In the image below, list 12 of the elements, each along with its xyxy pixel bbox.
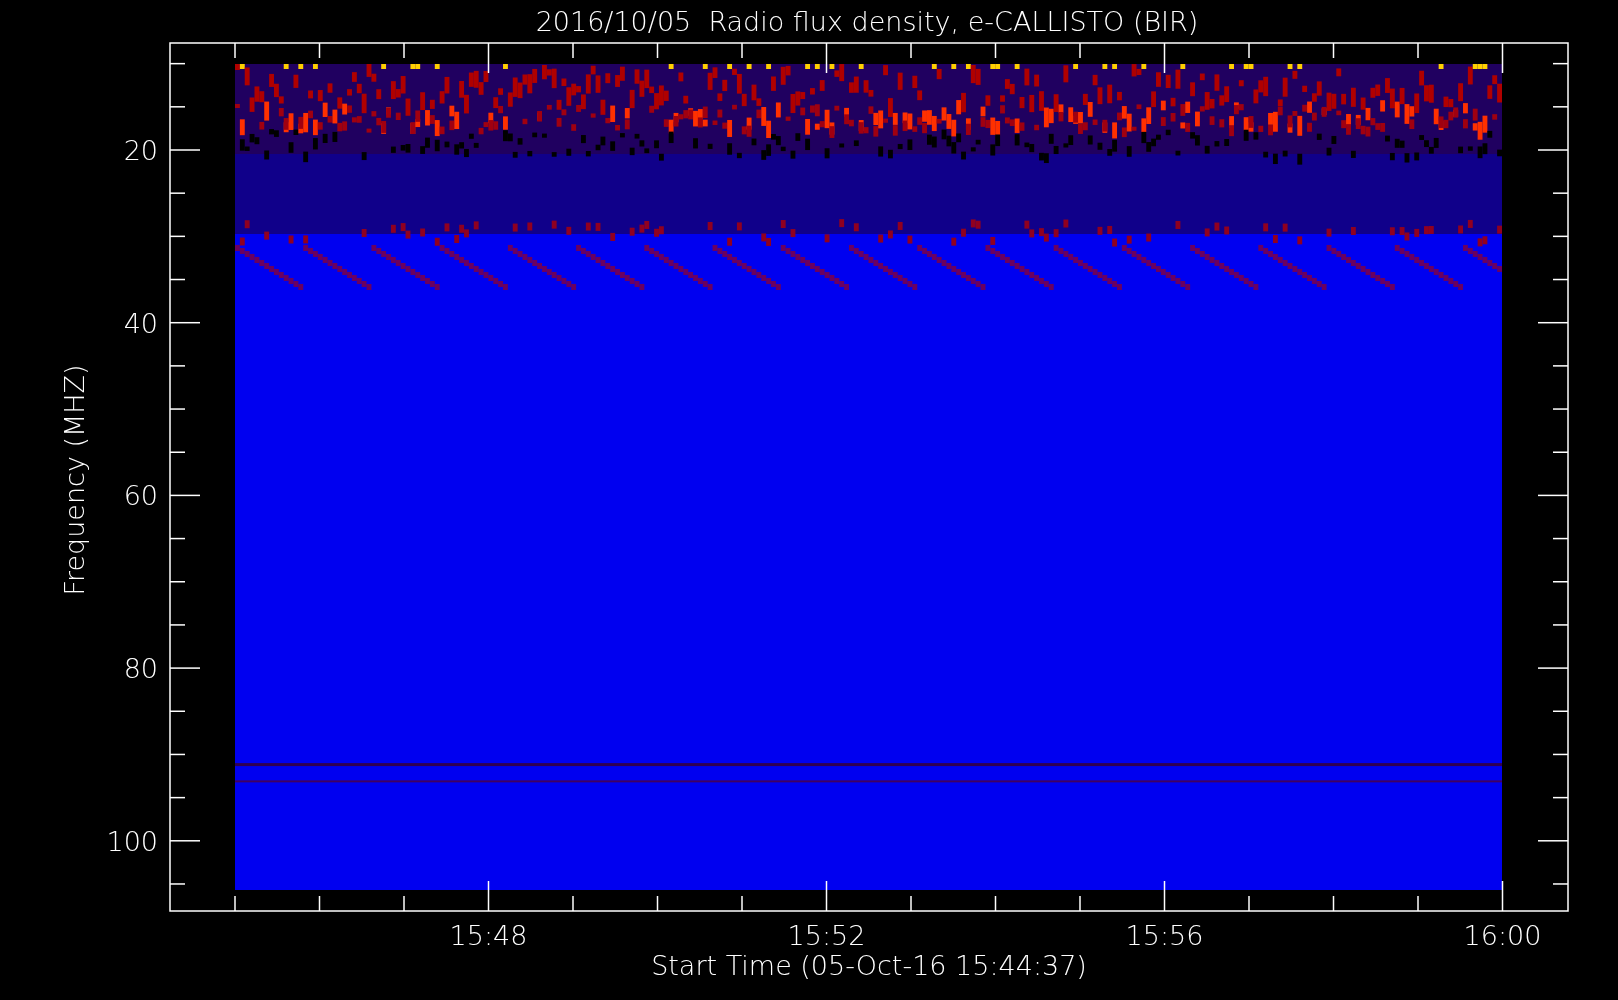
- tick-label: 100: [106, 825, 158, 857]
- x-axis-label: Start Time (05-Oct-16 15:44:37): [651, 950, 1087, 981]
- tick-label: 80: [123, 653, 158, 685]
- chart-title: 2016/10/05 Radio flux density, e-CALLISTO (BIR): [535, 6, 1199, 37]
- tick-label: 60: [123, 480, 158, 512]
- tick-label: 16:00: [1463, 920, 1542, 951]
- tick-label: 15:48: [449, 920, 528, 951]
- y-axis-label: Frequency (MHZ): [59, 364, 90, 596]
- tick-label: 40: [123, 307, 158, 339]
- tick-label: 15:52: [787, 920, 866, 951]
- tick-label: 20: [123, 135, 158, 166]
- tick-label: 15:56: [1125, 920, 1204, 951]
